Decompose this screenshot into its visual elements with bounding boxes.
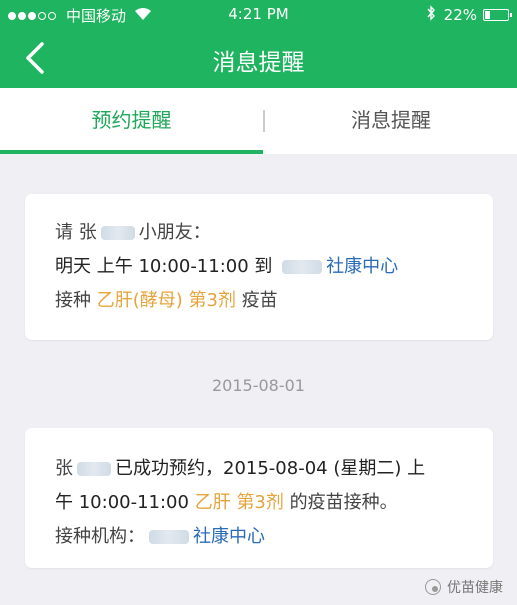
tab-message-reminder[interactable]: 消息提醒 xyxy=(265,88,517,154)
confirmation-text: 已成功预约，2015-08-04 (星期二) 上 xyxy=(115,458,426,479)
watermark-text: 优苗健康 xyxy=(447,580,503,596)
tab-bar: 预约提醒 消息提醒 xyxy=(0,88,517,154)
redacted-name xyxy=(100,226,135,240)
redacted-clinic-prefix xyxy=(282,260,323,274)
redacted-name xyxy=(77,462,111,476)
vaccine-type: 乙肝 xyxy=(194,492,231,513)
vaccine-name: 乙肝(酵母) 第3剂 xyxy=(96,290,236,311)
active-tab-indicator xyxy=(0,150,263,154)
greeting-line: 请 张 小朋友： xyxy=(55,216,463,250)
reminder-card[interactable]: 请 张 小朋友： 明天 上午 10:00-11:00 到 社康中心 接种 乙肝(酵… xyxy=(25,194,493,340)
page-title: 消息提醒 xyxy=(212,50,305,76)
clinic-name: 社康中心 xyxy=(326,256,399,277)
institution-name: 社康中心 xyxy=(193,526,265,547)
vaccinate-suffix: 疫苗 xyxy=(241,290,278,311)
redacted-institution-prefix xyxy=(149,530,189,544)
booking-confirmation-card[interactable]: 张 已成功预约，2015-08-04 (星期二) 上 午 10:00-11:00 … xyxy=(25,428,493,568)
wechat-account-icon xyxy=(425,579,441,595)
battery-icon xyxy=(483,9,512,21)
tab-appointment-reminder[interactable]: 预约提醒 xyxy=(0,88,263,154)
greeting-prefix: 请 张 xyxy=(55,222,97,243)
institution-line: 接种机构： 社康中心 xyxy=(55,520,463,554)
vaccine-line: 接种 乙肝(酵母) 第3剂 疫苗 xyxy=(55,284,463,318)
confirmation-line-2: 午 10:00-11:00 乙肝 第3剂 的疫苗接种。 xyxy=(55,486,463,520)
name-prefix: 张 xyxy=(55,458,73,479)
vaccine-dose: 第3剂 xyxy=(236,492,284,513)
bluetooth-icon xyxy=(426,5,436,25)
appointment-time: 明天 上午 10:00-11:00 到 xyxy=(55,256,273,277)
status-right: 22% xyxy=(426,5,512,25)
watermark: 优苗健康 xyxy=(425,577,503,597)
appointment-time-line: 明天 上午 10:00-11:00 到 社康中心 xyxy=(55,250,463,284)
date-separator: 2015-08-01 xyxy=(212,376,305,395)
battery-percent: 22% xyxy=(443,6,477,24)
confirmation-suffix: 的疫苗接种。 xyxy=(289,492,398,513)
confirmation-line-1: 张 已成功预约，2015-08-04 (星期二) 上 xyxy=(55,452,463,486)
nav-bar: 消息提醒 xyxy=(0,28,517,88)
vaccinate-prefix: 接种 xyxy=(55,290,91,311)
confirmation-time: 午 10:00-11:00 xyxy=(55,492,189,513)
status-bar: 中国移动 4:21 PM 22% xyxy=(0,0,517,28)
greeting-suffix: 小朋友： xyxy=(138,222,211,243)
institution-label: 接种机构： xyxy=(55,526,145,547)
